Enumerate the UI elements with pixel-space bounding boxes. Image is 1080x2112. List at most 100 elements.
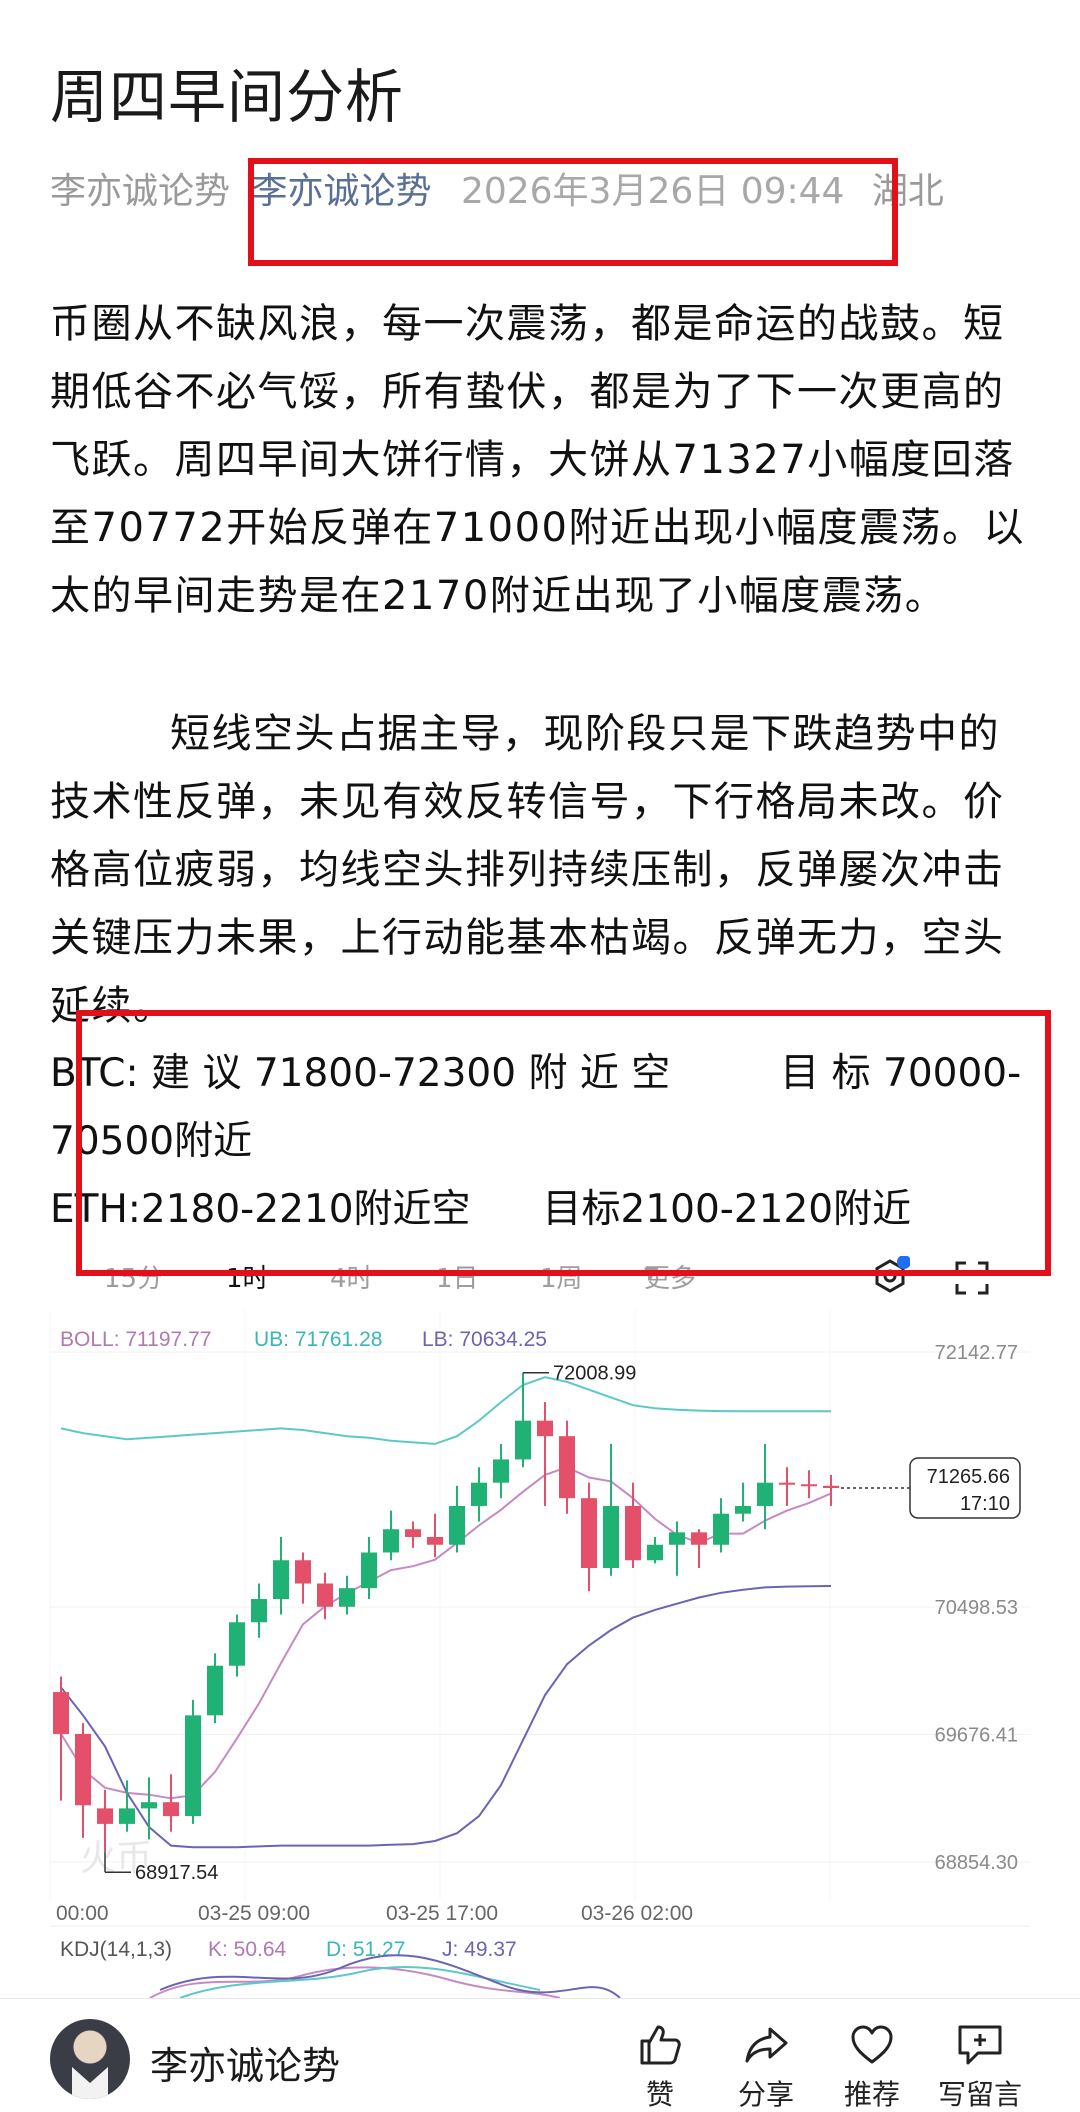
candle <box>119 1780 135 1832</box>
comment-icon <box>958 2025 1002 2065</box>
share-label: 分享 <box>737 2078 794 2111</box>
like-button[interactable]: 赞 <box>610 2021 710 2112</box>
candle <box>207 1653 223 1724</box>
candle <box>427 1513 443 1558</box>
kdj-d-label: D: 51.27 <box>326 1938 405 1961</box>
candle <box>185 1699 201 1824</box>
candle-body <box>185 1715 201 1817</box>
y-tick-label: 70498.53 <box>935 1597 1018 1619</box>
kdj-k-label: K: 50.64 <box>208 1938 287 1961</box>
candle <box>515 1372 531 1468</box>
bollinger-bands <box>60 1376 832 1849</box>
candle <box>471 1467 487 1522</box>
candle <box>559 1420 575 1514</box>
candle-body <box>317 1583 333 1607</box>
candle-body <box>339 1588 355 1607</box>
candle-body <box>207 1665 223 1716</box>
candle-body <box>823 1485 839 1489</box>
candle <box>603 1443 619 1576</box>
article-paragraph-2: 短线空头占据主导，现阶段只是下跌趋势中的技术性反弹，未见有效反转信号，下行格局未… <box>50 700 1030 1040</box>
candle <box>53 1676 69 1801</box>
candle-body <box>251 1599 267 1623</box>
avatar-shirt <box>72 2067 108 2099</box>
candle <box>339 1575 355 1615</box>
candle-body <box>779 1482 795 1485</box>
kdj-j-label: J: 49.37 <box>442 1938 517 1961</box>
article-title: 周四早间分析 <box>50 63 405 131</box>
candle <box>537 1402 553 1506</box>
candle-body <box>493 1459 509 1483</box>
x-tick-label: 03-25 09:00 <box>198 1902 310 1925</box>
article-paragraph-1: 币圈从不缺风浪，每一次震荡，都是命运的战鼓。短期低谷不必气馁，所有蛰伏，都是为了… <box>50 301 1025 619</box>
candle-body <box>449 1505 465 1545</box>
highlight-box-author-date <box>248 158 898 266</box>
last-price-time: 17:10 <box>960 1493 1010 1515</box>
candle-body <box>559 1436 575 1499</box>
high-price-label: 72008.99 <box>553 1363 636 1385</box>
comment-button[interactable]: 写留言 <box>920 2021 1040 2112</box>
candle-body <box>603 1505 619 1569</box>
y-tick-label: 72142.77 <box>935 1342 1018 1364</box>
ub-label: UB: 71761.28 <box>254 1328 382 1351</box>
boll-label: BOLL: 71197.77 <box>60 1328 211 1351</box>
candle <box>625 1482 641 1569</box>
comment-label: 写留言 <box>937 2078 1022 2111</box>
candle-body <box>537 1420 553 1437</box>
candle-body <box>669 1532 685 1545</box>
y-tick-label: 68854.30 <box>935 1852 1018 1874</box>
candle-body <box>625 1505 641 1561</box>
source-name[interactable]: 李亦诚论势 <box>50 171 230 212</box>
candle-body <box>75 1733 91 1806</box>
candle <box>229 1614 245 1677</box>
candle <box>273 1536 289 1615</box>
candle-body <box>471 1482 487 1506</box>
candle-body <box>735 1505 751 1514</box>
candle <box>823 1474 839 1506</box>
last-price-label: 71265.66 <box>927 1466 1010 1488</box>
candle <box>691 1529 707 1569</box>
candle-body <box>141 1802 157 1809</box>
avatar[interactable] <box>50 2019 130 2099</box>
account-name[interactable]: 李亦诚论势 <box>150 2035 340 2090</box>
candle-body <box>757 1482 773 1506</box>
kdj-label: KDJ(14,1,3) <box>60 1938 172 1961</box>
candle-body <box>119 1808 135 1824</box>
article-paragraph-2-text: 短线空头占据主导，现阶段只是下跌趋势中的技术性反弹，未见有效反转信号，下行格局未… <box>50 711 1005 1029</box>
x-axis: 00:00 03-25 09:00 03-25 17:00 03-26 02:00 <box>56 1902 693 1925</box>
candle <box>383 1510 399 1561</box>
thumbs-up-icon <box>640 2025 681 2065</box>
y-axis: 72142.77 70498.53 69676.41 68854.30 <box>935 1342 1018 1874</box>
candle <box>405 1521 421 1548</box>
candle-body <box>691 1532 707 1545</box>
candle <box>141 1777 157 1840</box>
candle <box>757 1443 773 1530</box>
low-price-label: 68917.54 <box>135 1862 218 1884</box>
candle-body <box>97 1808 113 1824</box>
candle-body <box>361 1552 377 1589</box>
candle <box>735 1482 751 1522</box>
candle-body <box>273 1560 289 1600</box>
candle <box>163 1774 179 1832</box>
candle <box>779 1467 795 1506</box>
upper-band-line <box>60 1376 831 1445</box>
recommend-button[interactable]: 推荐 <box>822 2021 922 2112</box>
candle-body <box>581 1498 597 1569</box>
candle <box>317 1572 333 1620</box>
y-tick-label: 69676.41 <box>935 1725 1018 1747</box>
candle <box>647 1536 663 1564</box>
candle <box>361 1536 377 1600</box>
lb-label: LB: 70634.25 <box>422 1328 547 1351</box>
candle-body <box>427 1536 443 1545</box>
candle <box>493 1443 509 1499</box>
x-tick-label: 03-26 02:00 <box>581 1902 693 1925</box>
bottom-action-bar: 李亦诚论势 赞 分享 推荐 写留言 <box>0 1998 1080 2112</box>
candle-body <box>53 1692 69 1734</box>
candle <box>295 1552 311 1604</box>
like-label: 赞 <box>645 2078 674 2111</box>
candle-body <box>229 1622 245 1666</box>
kdj-j-line <box>159 1954 621 1998</box>
candle-body <box>713 1513 729 1545</box>
candlestick-chart[interactable]: BOLL: 71197.77 UB: 71761.28 LB: 70634.25… <box>0 1300 1080 1998</box>
share-button[interactable]: 分享 <box>716 2021 816 2112</box>
highlight-box-targets <box>76 1010 1051 1276</box>
